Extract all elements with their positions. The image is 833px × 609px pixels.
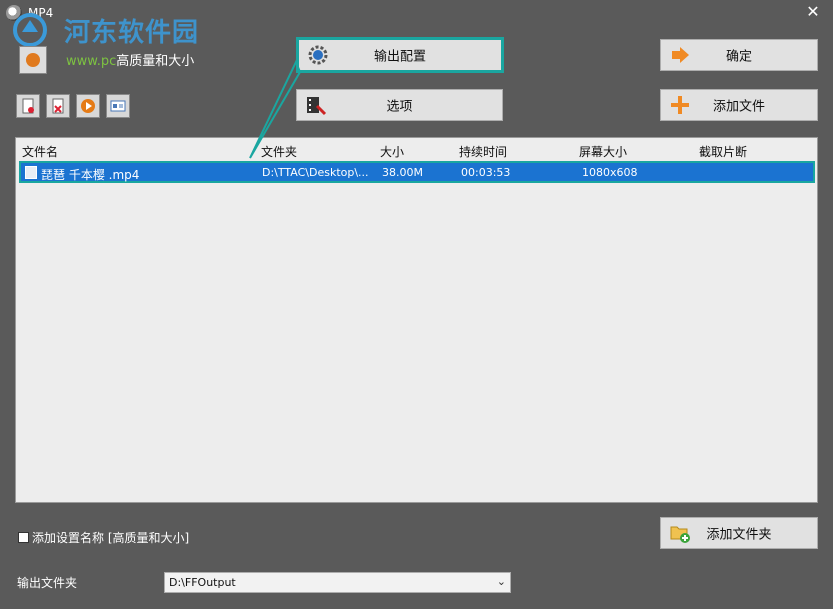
chevron-down-icon: ⌄ xyxy=(496,575,506,588)
preset-icon xyxy=(19,46,47,74)
preset-name: 高质量和大小 xyxy=(116,54,195,69)
play-icon xyxy=(81,99,95,113)
cell-filename: 琵琶 千本樱 .mp4 xyxy=(41,168,140,182)
cell-size: 38.00M xyxy=(382,166,423,179)
column-header-clip[interactable]: 截取片断 xyxy=(699,143,747,160)
options-label: 选项 xyxy=(386,99,413,115)
column-header-duration[interactable]: 持续时间 xyxy=(459,143,507,160)
ok-label: 确定 xyxy=(725,49,752,65)
output-config-button[interactable]: 输出配置 xyxy=(296,37,504,73)
add-folder-button[interactable]: 添加文件夹 xyxy=(660,517,818,549)
cell-screen-size: 1080x608 xyxy=(582,166,638,179)
checkbox-box[interactable] xyxy=(18,532,29,543)
video-file-icon xyxy=(25,166,37,179)
delete-file-icon xyxy=(52,98,64,114)
table-row[interactable]: 琵琶 千本樱 .mp4 D:\TTAC\Desktop\... 38.00M 0… xyxy=(19,161,815,183)
add-file-button[interactable]: 添加文件 xyxy=(660,89,818,121)
checkbox-label: 添加设置名称 [高质量和大小] xyxy=(32,531,190,545)
delete-file-button[interactable] xyxy=(46,94,70,118)
watermark-text: 河东软件园 xyxy=(64,18,200,48)
output-config-label: 输出配置 xyxy=(373,49,426,65)
small-toolbar xyxy=(16,94,130,118)
list-header: 文件名 文件夹 大小 持续时间 屏幕大小 截取片断 xyxy=(16,138,817,160)
play-button[interactable] xyxy=(76,94,100,118)
cell-duration: 00:03:53 xyxy=(461,166,511,179)
column-header-size[interactable]: 大小 xyxy=(380,143,404,160)
remove-file-icon xyxy=(22,98,34,114)
file-list[interactable]: 文件名 文件夹 大小 持续时间 屏幕大小 截取片断 琵琶 千本樱 .mp4 D:… xyxy=(15,137,818,503)
cell-folder: D:\TTAC\Desktop\... xyxy=(262,166,369,179)
column-header-folder[interactable]: 文件夹 xyxy=(261,143,297,160)
output-folder-value: D:\FFOutput xyxy=(169,576,236,589)
add-setting-name-checkbox[interactable]: 添加设置名称 [高质量和大小] xyxy=(18,529,189,546)
column-header-screen-size[interactable]: 屏幕大小 xyxy=(579,143,627,160)
media-info-button[interactable] xyxy=(106,94,130,118)
remove-file-button[interactable] xyxy=(16,94,40,118)
media-info-icon xyxy=(110,100,126,112)
ok-button[interactable]: 确定 xyxy=(660,39,818,71)
watermark-site-prefix: www.pc xyxy=(66,54,117,69)
output-folder-label: 输出文件夹 xyxy=(17,576,78,590)
close-button[interactable]: ✕ xyxy=(805,4,821,20)
column-header-filename[interactable]: 文件名 xyxy=(22,143,58,160)
options-button[interactable]: 选项 xyxy=(296,89,503,121)
preset-label: www.pc高质量和大小 xyxy=(66,50,194,69)
add-file-label: 添加文件 xyxy=(712,99,765,115)
add-folder-label: 添加文件夹 xyxy=(706,527,772,543)
output-folder-select[interactable]: D:\FFOutput ⌄ xyxy=(164,572,511,593)
watermark-logo xyxy=(13,13,47,47)
